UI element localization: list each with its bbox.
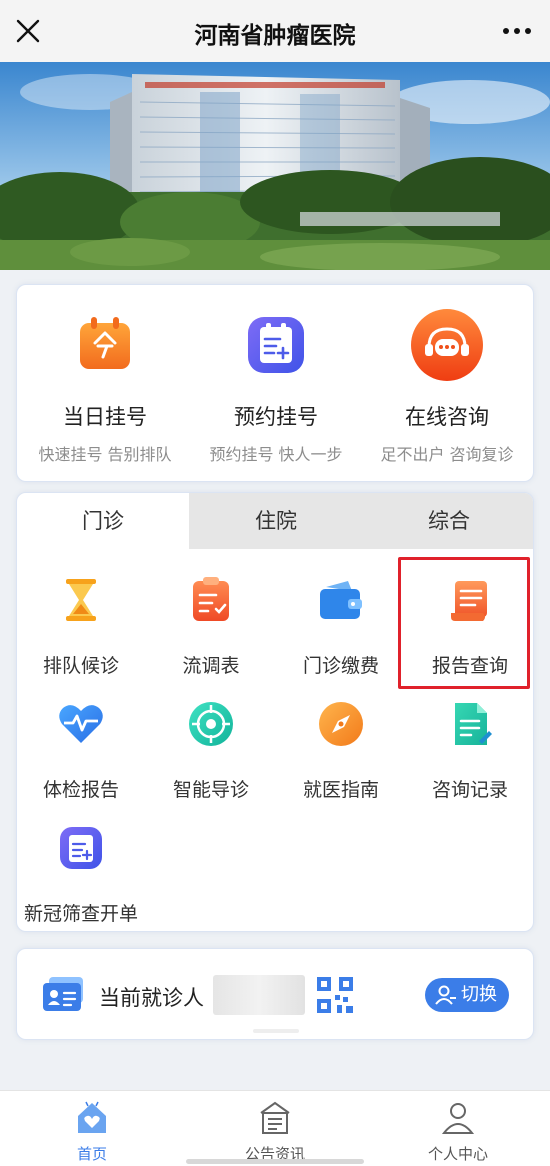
- current-patient-card: 当前就诊人 切换: [16, 948, 534, 1040]
- quick-actions-card: 当日挂号 快速挂号 告别排队 预约挂号 预约挂号 快人一步 在线咨询 足不出户 …: [16, 284, 534, 482]
- service-tabs: 门诊 住院 综合: [17, 493, 533, 549]
- notice-icon: [260, 1101, 290, 1134]
- covid-order-icon: [60, 827, 102, 869]
- appointment-icon: [248, 317, 304, 373]
- quick-action-subtitle: 快速挂号 告别排队: [38, 445, 172, 464]
- document-icon: [455, 703, 492, 745]
- switch-patient-button[interactable]: 切换: [425, 978, 509, 1012]
- service-smart-triage[interactable]: 智能导诊: [147, 697, 275, 802]
- service-label: 流调表: [182, 655, 240, 677]
- service-epidemiology-form[interactable]: 流调表: [147, 573, 275, 678]
- user-icon: [441, 1103, 475, 1134]
- service-label: 报告查询: [431, 655, 508, 677]
- appointment-registration[interactable]: 预约挂号 预约挂号 快人一步: [190, 307, 362, 465]
- service-label: 咨询记录: [431, 779, 508, 801]
- service-label: 智能导诊: [172, 779, 249, 801]
- online-consultation[interactable]: 在线咨询 足不出户 咨询复诊: [361, 307, 533, 465]
- tab-general[interactable]: 综合: [363, 493, 533, 549]
- clipboard-icon: [193, 577, 229, 621]
- qr-code-icon[interactable]: [317, 977, 353, 1013]
- service-physical-exam-report[interactable]: 体检报告: [17, 697, 145, 802]
- hourglass-icon: [66, 579, 96, 621]
- quick-action-label: 当日挂号: [63, 405, 147, 429]
- nav-home[interactable]: 首页: [32, 1099, 152, 1164]
- tab-outpatient[interactable]: 门诊: [17, 493, 189, 549]
- heartbeat-icon: [59, 705, 103, 743]
- switch-label: 切换: [461, 984, 497, 1005]
- report-icon: [451, 581, 487, 621]
- patient-name-blurred: [213, 975, 305, 1015]
- service-outpatient-payment[interactable]: 门诊缴费: [277, 573, 405, 678]
- calendar-today-icon: [80, 317, 130, 369]
- current-patient-label: 当前就诊人: [99, 986, 204, 1010]
- nav-personal-center[interactable]: 个人中心: [398, 1099, 518, 1164]
- service-medical-guide[interactable]: 就医指南: [277, 697, 405, 802]
- more-icon[interactable]: [502, 22, 532, 40]
- service-label: 体检报告: [42, 779, 119, 801]
- hospital-banner-image: [0, 62, 550, 270]
- compass-icon: [319, 702, 363, 746]
- service-label: 排队候诊: [42, 655, 119, 677]
- id-card-icon: [43, 977, 83, 1011]
- quick-action-subtitle: 预约挂号 快人一步: [209, 445, 343, 464]
- bottom-nav: 首页 公告资讯 个人中心: [0, 1090, 550, 1166]
- home-indicator: [186, 1159, 364, 1164]
- quick-action-subtitle: 足不出户 咨询复诊: [380, 445, 514, 464]
- page-title: 河南省肿瘤医院: [194, 23, 356, 49]
- same-day-registration[interactable]: 当日挂号 快速挂号 告别排队: [19, 307, 191, 465]
- services-card: 门诊 住院 综合 排队候诊 流调表 门诊缴费 报告查询 体检报告 智能导诊 就医…: [16, 492, 534, 932]
- target-icon: [189, 702, 233, 746]
- wallet-icon: [320, 581, 362, 619]
- nav-label: 首页: [76, 1145, 107, 1163]
- chat-icon: [411, 309, 483, 381]
- nav-announcements[interactable]: 公告资讯: [215, 1099, 335, 1164]
- service-queue[interactable]: 排队候诊: [17, 573, 145, 678]
- service-label: 新冠筛查开单: [23, 903, 138, 925]
- quick-action-label: 预约挂号: [234, 405, 318, 429]
- service-label: 就医指南: [302, 779, 379, 801]
- service-consultation-records[interactable]: 咨询记录: [406, 697, 533, 802]
- service-covid-screening-order[interactable]: 新冠筛查开单: [17, 821, 145, 926]
- service-report-query[interactable]: 报告查询: [406, 573, 533, 678]
- home-icon: [78, 1101, 106, 1133]
- nav-label: 个人中心: [427, 1145, 488, 1163]
- tab-inpatient[interactable]: 住院: [190, 493, 362, 549]
- drag-handle: [253, 1029, 299, 1033]
- user-switch-icon: [435, 985, 456, 1005]
- title-bar: 河南省肿瘤医院: [0, 0, 550, 62]
- quick-action-label: 在线咨询: [405, 405, 489, 429]
- service-label: 门诊缴费: [302, 655, 379, 677]
